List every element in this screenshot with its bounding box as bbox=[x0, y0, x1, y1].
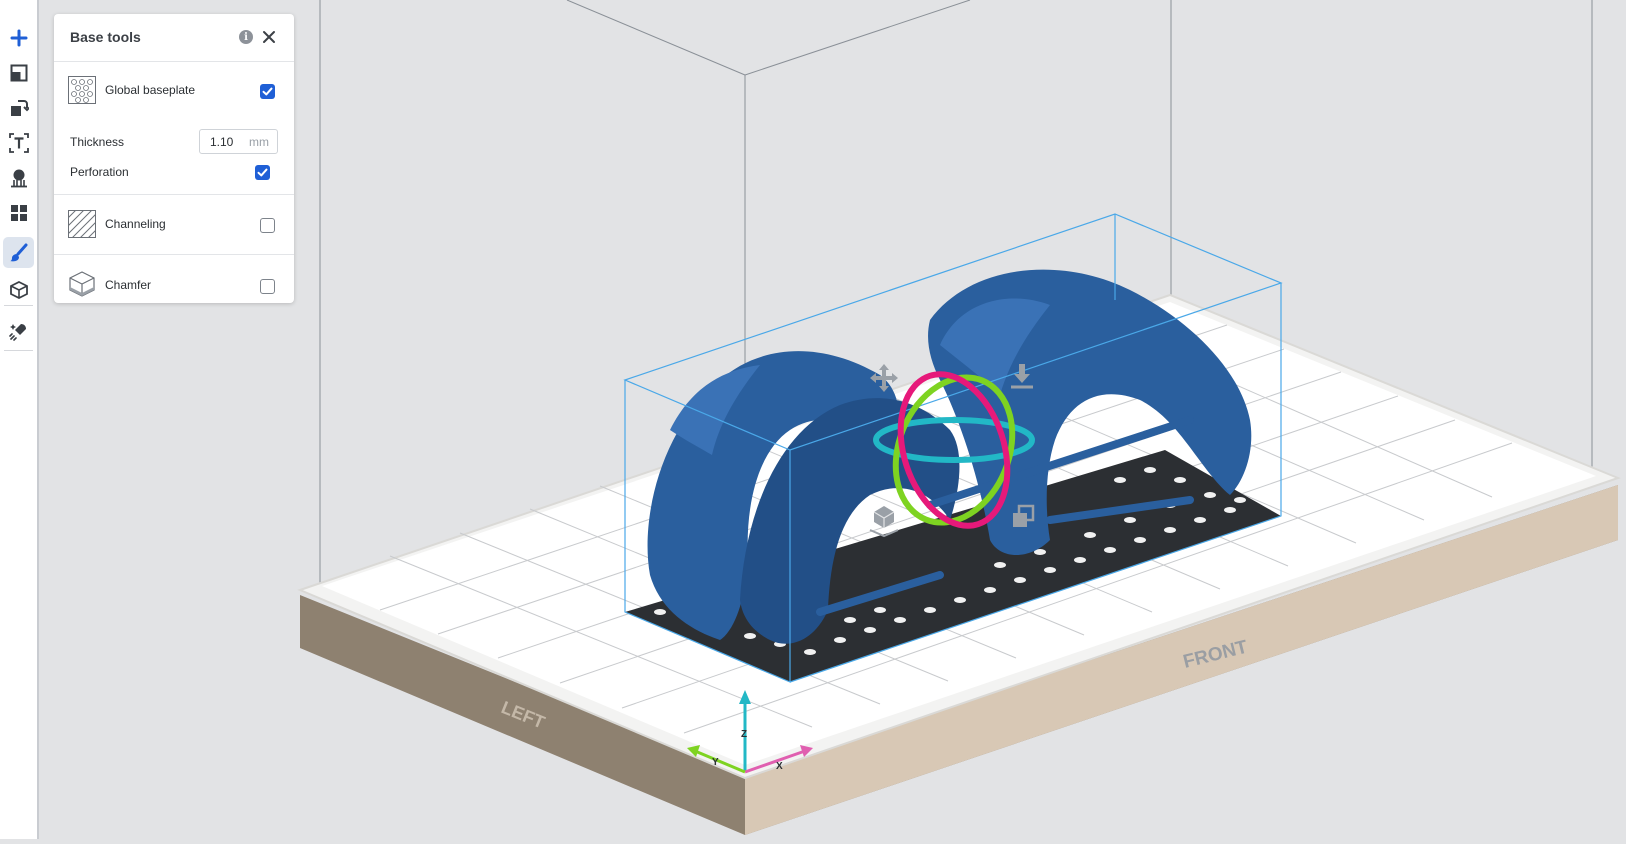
thickness-value[interactable]: 1.10 bbox=[210, 135, 233, 149]
base-tools-panel: Base tools i Global baseplate Thickness … bbox=[54, 14, 294, 303]
transform-button[interactable] bbox=[3, 92, 34, 123]
thickness-input[interactable]: 1.10 mm bbox=[199, 129, 278, 154]
prepare-icon bbox=[8, 323, 26, 341]
left-toolbar bbox=[0, 0, 39, 839]
transform-icon bbox=[10, 99, 29, 116]
panel-title: Base tools bbox=[70, 29, 141, 45]
thickness-unit: mm bbox=[249, 135, 269, 149]
prepare-button[interactable] bbox=[3, 315, 34, 346]
channeling-thumbnail-icon bbox=[68, 210, 96, 238]
toolbar-divider bbox=[4, 305, 33, 306]
hollow-icon bbox=[9, 280, 28, 299]
panel-divider bbox=[54, 254, 294, 255]
perforation-label: Perforation bbox=[70, 165, 129, 179]
supports-icon bbox=[10, 169, 27, 187]
perforation-checkbox[interactable] bbox=[255, 165, 270, 180]
close-icon[interactable] bbox=[261, 29, 277, 45]
checkmark-icon bbox=[262, 87, 273, 96]
hollow-button[interactable] bbox=[3, 274, 34, 305]
info-icon[interactable]: i bbox=[239, 30, 253, 44]
base-tools-button[interactable] bbox=[3, 237, 34, 268]
base-tools-icon bbox=[9, 243, 27, 261]
chamfer-checkbox[interactable] bbox=[260, 279, 275, 294]
panel-divider bbox=[54, 61, 294, 62]
global-baseplate-checkbox[interactable] bbox=[260, 84, 275, 99]
channeling-label: Channeling bbox=[105, 217, 166, 231]
arrange-button[interactable] bbox=[3, 197, 34, 228]
y-axis-label: Y bbox=[712, 757, 719, 768]
layout-button[interactable] bbox=[3, 57, 34, 88]
checkmark-icon bbox=[257, 168, 268, 177]
layout-icon bbox=[10, 64, 27, 81]
thickness-label: Thickness bbox=[70, 135, 125, 149]
baseplate-thumbnail-icon bbox=[68, 76, 96, 104]
text-icon bbox=[8, 132, 29, 153]
x-axis-label: X bbox=[776, 761, 783, 772]
text-button[interactable] bbox=[3, 127, 34, 158]
add-icon bbox=[10, 29, 27, 46]
supports-button[interactable] bbox=[3, 162, 34, 193]
toolbar-divider bbox=[4, 350, 33, 351]
panel-header: Base tools i bbox=[54, 14, 294, 62]
chamfer-thumbnail-icon bbox=[69, 271, 95, 297]
z-axis-label: Z bbox=[741, 729, 747, 740]
channeling-checkbox[interactable] bbox=[260, 218, 275, 233]
arrange-icon bbox=[10, 204, 27, 221]
global-baseplate-label: Global baseplate bbox=[105, 83, 196, 97]
add-button[interactable] bbox=[3, 22, 34, 53]
panel-divider bbox=[54, 194, 294, 195]
chamfer-label: Chamfer bbox=[105, 278, 152, 292]
